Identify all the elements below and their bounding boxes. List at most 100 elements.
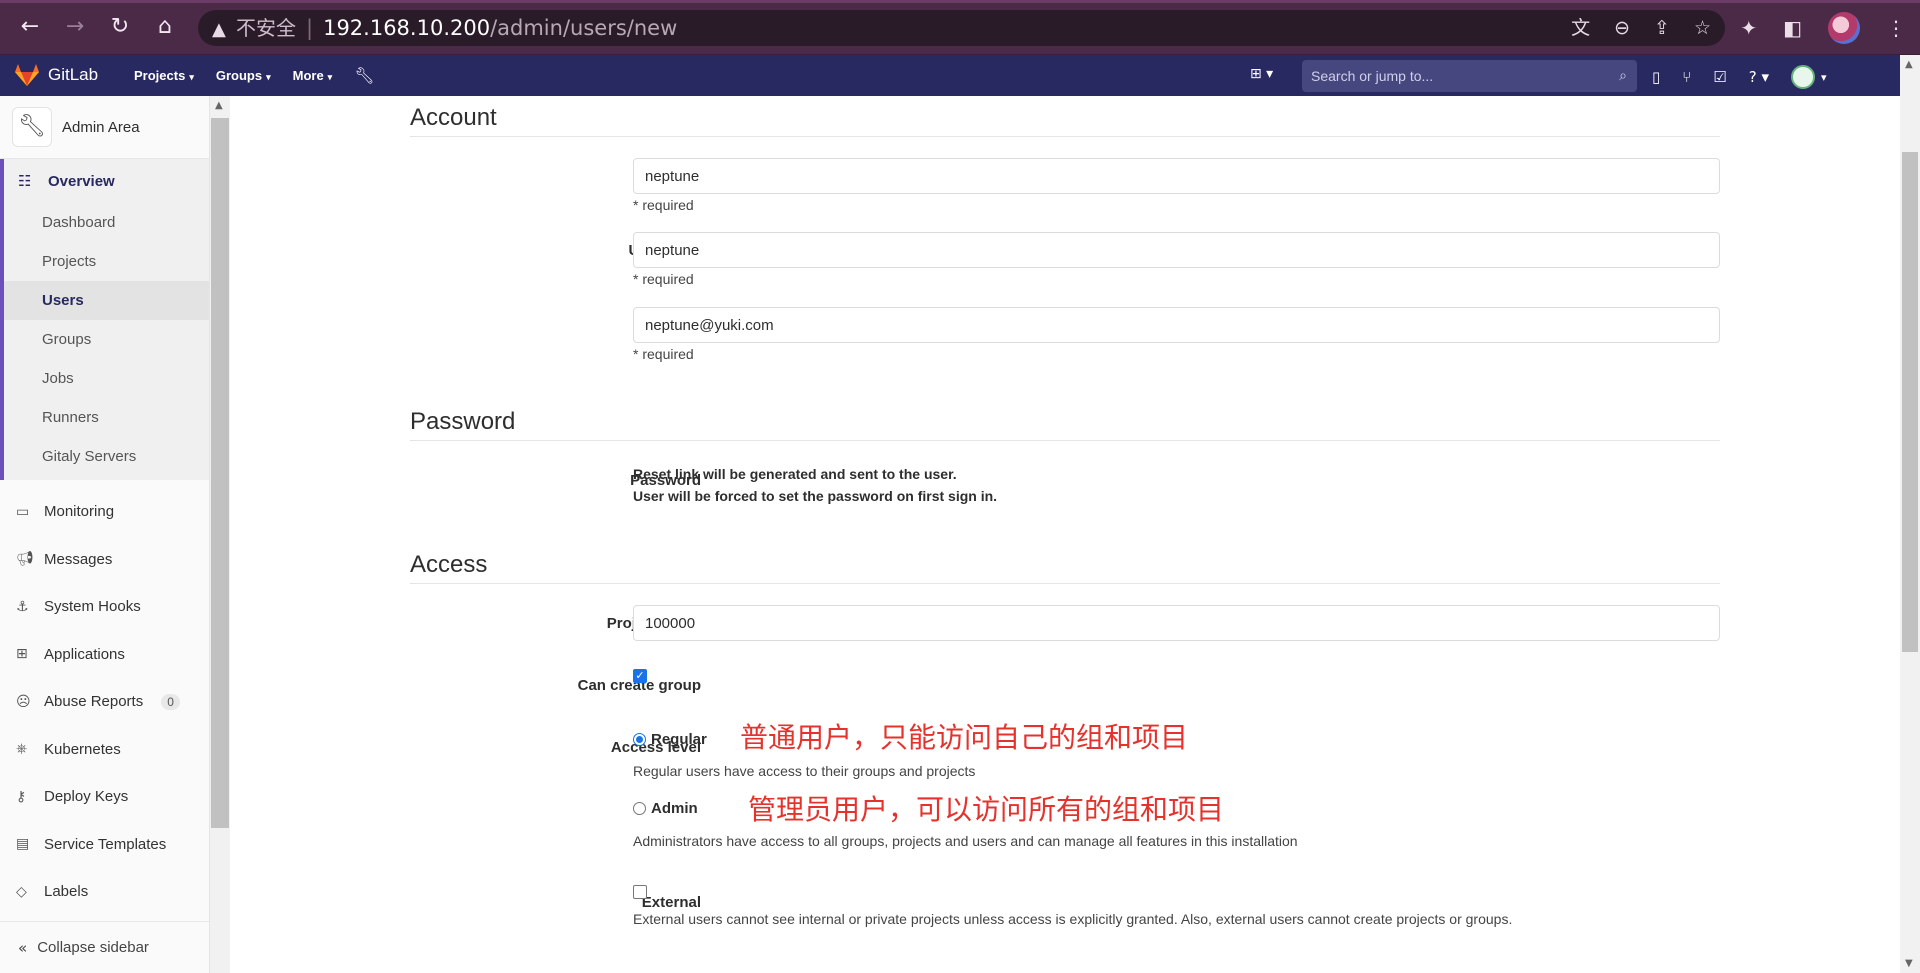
- sidebar-item-abuse-reports[interactable]: ☹ Abuse Reports 0: [0, 678, 209, 726]
- user-avatar[interactable]: [1791, 65, 1815, 89]
- sidebar-item-gitaly-servers[interactable]: Gitaly Servers: [4, 437, 209, 476]
- kubernetes-icon: ⎈: [16, 741, 28, 758]
- home-icon[interactable]: ⌂: [150, 12, 180, 42]
- admin-wrench-icon: 🔧︎: [12, 107, 52, 147]
- menu-kebab-icon[interactable]: ⋮: [1886, 16, 1906, 40]
- issues-icon[interactable]: ▯: [1652, 68, 1660, 86]
- sidebar-item-runners[interactable]: Runners: [4, 398, 209, 437]
- sidebar-item-labels[interactable]: ◇ Labels: [0, 868, 209, 916]
- sidebar-item-label: Service Templates: [44, 835, 167, 853]
- sidebar-item-monitoring[interactable]: ▭ Monitoring: [0, 488, 209, 536]
- email-field[interactable]: [633, 307, 1720, 343]
- section-title-account: Account: [410, 104, 497, 131]
- chevron-down-icon: ▾: [327, 72, 333, 82]
- back-icon[interactable]: ←: [15, 12, 45, 42]
- name-field[interactable]: [633, 158, 1720, 194]
- sidebar-item-jobs[interactable]: Jobs: [4, 359, 209, 398]
- username-required-hint: * required: [633, 271, 694, 287]
- password-info-line2: User will be forced to set the password …: [633, 488, 998, 504]
- address-separator: |: [306, 16, 314, 40]
- messages-icon: 📢︎: [16, 551, 34, 568]
- username-field[interactable]: [633, 232, 1720, 268]
- external-label: External: [641, 894, 701, 911]
- sidebar-item-label: Kubernetes: [44, 740, 121, 758]
- extensions-icon[interactable]: ✦: [1740, 16, 1757, 40]
- password-info-line1: Reset link will be generated and sent to…: [633, 466, 957, 482]
- reload-icon[interactable]: ↻: [105, 12, 135, 42]
- zoom-icon[interactable]: ⊖: [1614, 10, 1630, 46]
- forward-icon[interactable]: →: [60, 12, 90, 42]
- gitlab-top-nav: GitLab Projects ▾ Groups ▾ More ▾ 🔧︎ ⊞ ▾ Se…: [0, 55, 1900, 96]
- scroll-down-icon[interactable]: ▼: [1905, 958, 1913, 969]
- admin-radio-label[interactable]: Admin: [651, 800, 698, 817]
- overview-section: ☷ Overview Dashboard Projects Users Grou…: [0, 159, 209, 480]
- sidebar-item-label: Deploy Keys: [44, 788, 129, 806]
- gitlab-fox-icon: [15, 64, 39, 86]
- sidebar-scroll-thumb[interactable]: [211, 118, 229, 828]
- chevron-down-icon[interactable]: ▾: [1821, 71, 1827, 84]
- sidebar-item-label: Applications: [44, 645, 125, 663]
- sidebar-item-applications[interactable]: ⊞ Applications: [0, 631, 209, 679]
- sidebar-item-label: Overview: [48, 172, 115, 190]
- sidebar-item-deploy-keys[interactable]: ⚷ Deploy Keys: [0, 773, 209, 821]
- sidebar-item-label: Messages: [44, 550, 113, 568]
- address-bar[interactable]: ▲ 不安全 | 192.168.10.200/admin/users/new 文 ⊖ …: [198, 10, 1725, 46]
- todos-icon[interactable]: ☑: [1713, 68, 1726, 86]
- sidebar-item-overview[interactable]: ☷ Overview: [4, 159, 209, 203]
- new-dropdown-button[interactable]: ⊞ ▾: [1250, 66, 1273, 82]
- regular-radio-label[interactable]: Regular: [651, 731, 707, 748]
- external-checkbox[interactable]: [633, 885, 647, 899]
- projects-limit-field[interactable]: [633, 605, 1720, 641]
- admin-sidebar: 🔧︎ Admin Area ☷ Overview Dashboard Proje…: [0, 96, 210, 973]
- main-content: Account Name * required Username * requi…: [230, 96, 1900, 973]
- section-title-password: Password: [410, 408, 516, 435]
- security-label: 不安全: [236, 16, 296, 40]
- external-help-text: External users cannot see internal or pr…: [633, 911, 1513, 927]
- menu-projects[interactable]: Projects ▾: [134, 68, 194, 83]
- search-input[interactable]: Search or jump to... ⌕: [1302, 60, 1637, 92]
- divider: [410, 440, 1720, 441]
- monitoring-icon: ▭: [16, 503, 30, 520]
- sidebar-item-label: Monitoring: [44, 503, 115, 521]
- bookmark-star-icon[interactable]: ☆: [1694, 10, 1711, 46]
- merge-requests-icon[interactable]: ⑂: [1682, 68, 1691, 86]
- search-icon: ⌕: [1619, 68, 1627, 84]
- sidebar-item-kubernetes[interactable]: ⎈ Kubernetes: [0, 726, 209, 774]
- template-icon: ▤: [16, 836, 30, 853]
- share-icon[interactable]: ⇪: [1654, 10, 1670, 46]
- double-chevron-left-icon: «: [18, 938, 28, 957]
- gitlab-logo[interactable]: GitLab: [14, 63, 98, 87]
- profile-avatar[interactable]: [1828, 12, 1860, 44]
- sidebar-item-users[interactable]: Users: [4, 281, 209, 320]
- section-title-access: Access: [410, 551, 488, 578]
- translate-icon[interactable]: 文: [1571, 10, 1590, 46]
- can-create-group-checkbox[interactable]: ✓: [633, 669, 647, 683]
- access-level-regular-radio[interactable]: [633, 733, 646, 746]
- access-level-admin-radio[interactable]: [633, 802, 646, 815]
- help-icon[interactable]: ? ▾: [1749, 68, 1769, 86]
- admin-wrench-icon[interactable]: 🔧︎: [354, 66, 374, 85]
- overview-icon: ☷: [18, 172, 32, 190]
- sidebar-item-projects[interactable]: Projects: [4, 242, 209, 281]
- sidebar-context-header[interactable]: 🔧︎ Admin Area: [0, 96, 209, 159]
- email-required-hint: * required: [633, 346, 694, 362]
- divider: [410, 136, 1720, 137]
- menu-groups[interactable]: Groups ▾: [216, 68, 271, 83]
- sidebar-item-service-templates[interactable]: ▤ Service Templates: [0, 821, 209, 869]
- abuse-icon: ☹: [16, 693, 31, 710]
- page-scroll-thumb[interactable]: [1902, 152, 1918, 652]
- menu-more[interactable]: More ▾: [293, 68, 333, 83]
- scroll-up-icon[interactable]: ▲: [215, 100, 223, 111]
- sidebar-scrollbar[interactable]: ▲: [210, 96, 230, 973]
- sidebar-item-messages[interactable]: 📢︎ Messages: [0, 536, 209, 584]
- sidebar-item-system-hooks[interactable]: ⚓︎ System Hooks: [0, 583, 209, 631]
- divider: [410, 583, 1720, 584]
- page-scrollbar[interactable]: ▲ ▼: [1900, 55, 1920, 973]
- chevron-down-icon: ▾: [266, 72, 271, 82]
- scroll-up-icon[interactable]: ▲: [1905, 59, 1913, 70]
- sidebar-item-groups[interactable]: Groups: [4, 320, 209, 359]
- side-panel-icon[interactable]: ◧: [1783, 16, 1802, 40]
- key-icon: ⚷: [16, 788, 27, 805]
- collapse-sidebar-button[interactable]: « Collapse sidebar: [0, 921, 209, 973]
- sidebar-item-dashboard[interactable]: Dashboard: [4, 203, 209, 242]
